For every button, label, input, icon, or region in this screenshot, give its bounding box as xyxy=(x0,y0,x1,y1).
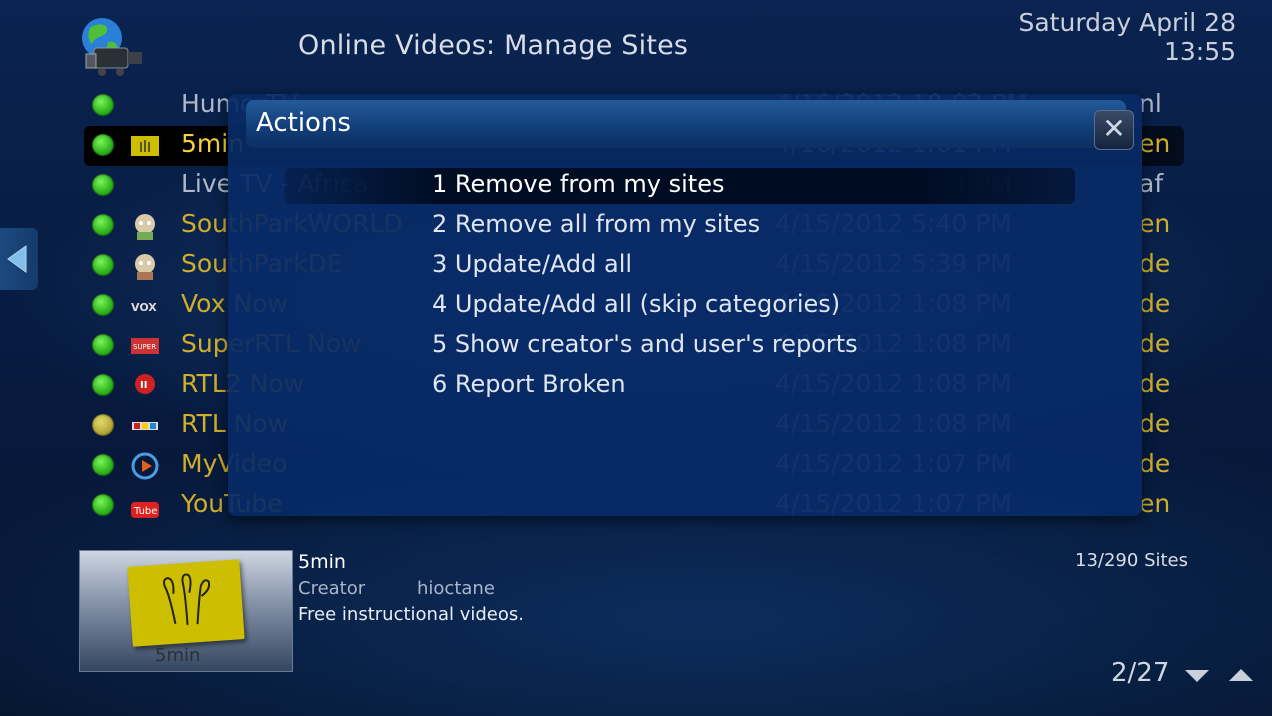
close-button[interactable]: ✕ xyxy=(1094,110,1134,150)
site-row-language: nl xyxy=(1139,89,1162,118)
creator-label: Creator xyxy=(298,578,366,599)
site-row-language: en xyxy=(1139,209,1171,238)
thumbnail-card xyxy=(127,559,245,647)
actions-dialog: Actions ✕ 1 Remove from my sites 2 Remov… xyxy=(228,94,1142,516)
svg-text:Tube: Tube xyxy=(133,506,157,517)
rtl-icon xyxy=(129,410,161,442)
status-dot-icon xyxy=(92,174,114,196)
5min-logo-icon xyxy=(163,573,211,626)
status-dot-icon xyxy=(92,134,114,156)
site-thumbnail: 5min xyxy=(79,550,293,672)
youtube-icon: Tube xyxy=(129,490,161,522)
rtl2-icon: II xyxy=(129,370,161,402)
page-counter: 2/27 xyxy=(1111,658,1170,688)
date-display: Saturday April 28 xyxy=(1018,8,1236,37)
site-row-language: de xyxy=(1139,369,1171,398)
page-title: Online Videos: Manage Sites xyxy=(298,30,689,61)
site-row-language: de xyxy=(1139,289,1171,318)
menu-item-remove-from-my-sites[interactable]: 1 Remove from my sites xyxy=(432,170,724,198)
site-name: 5min xyxy=(298,551,346,573)
menu-item-remove-all-from-my-sites[interactable]: 2 Remove all from my sites xyxy=(432,210,760,238)
close-icon: ✕ xyxy=(1102,112,1126,145)
arrow-left-icon xyxy=(7,245,27,273)
status-dot-icon xyxy=(92,494,114,516)
status-dot-icon xyxy=(92,374,114,396)
time-display: 13:55 xyxy=(1163,37,1236,66)
app-logo-globe-camera-icon xyxy=(80,14,146,78)
page-down-arrow-icon[interactable] xyxy=(1184,669,1210,683)
creator-value: hioctane xyxy=(417,578,495,599)
southpark-de-icon xyxy=(129,250,161,282)
dialog-title: Actions xyxy=(256,108,351,138)
left-menu-tab[interactable] xyxy=(0,228,38,290)
svg-text:SUPER: SUPER xyxy=(133,343,156,351)
site-row-language: en xyxy=(1139,129,1171,158)
menu-item-report-broken[interactable]: 6 Report Broken xyxy=(432,370,626,398)
status-dot-icon xyxy=(92,94,114,116)
site-row-language: en xyxy=(1139,489,1171,518)
superrtl-icon: SUPER xyxy=(129,330,161,362)
site-row-language: de xyxy=(1139,409,1171,438)
svg-text:II: II xyxy=(140,380,147,391)
thumbnail-label: 5min xyxy=(155,645,201,666)
5min-icon xyxy=(129,130,161,162)
site-row-language: af xyxy=(1139,169,1164,198)
status-dot-icon xyxy=(92,214,114,236)
page-up-arrow-icon[interactable] xyxy=(1228,668,1254,682)
status-dot-icon xyxy=(92,454,114,476)
status-dot-icon xyxy=(92,334,114,356)
site-row-language: de xyxy=(1139,329,1171,358)
status-dot-icon xyxy=(92,294,114,316)
site-description: Free instructional videos. xyxy=(298,604,524,625)
vox-icon: VOX xyxy=(129,290,161,322)
site-count: 13/290 Sites xyxy=(1075,550,1188,571)
dialog-header: Actions ✕ xyxy=(246,100,1134,150)
menu-item-update-add-all[interactable]: 3 Update/Add all xyxy=(432,250,632,278)
svg-text:VOX: VOX xyxy=(131,301,157,314)
site-row-language: de xyxy=(1139,449,1171,478)
menu-item-show-reports[interactable]: 5 Show creator's and user's reports xyxy=(432,330,858,358)
status-dot-icon xyxy=(92,414,114,436)
myvideo-icon xyxy=(129,450,161,482)
menu-item-update-add-all-skip-categories[interactable]: 4 Update/Add all (skip categories) xyxy=(432,290,840,318)
site-row-language: de xyxy=(1139,249,1171,278)
status-dot-icon xyxy=(92,254,114,276)
southpark-world-icon xyxy=(129,210,161,242)
